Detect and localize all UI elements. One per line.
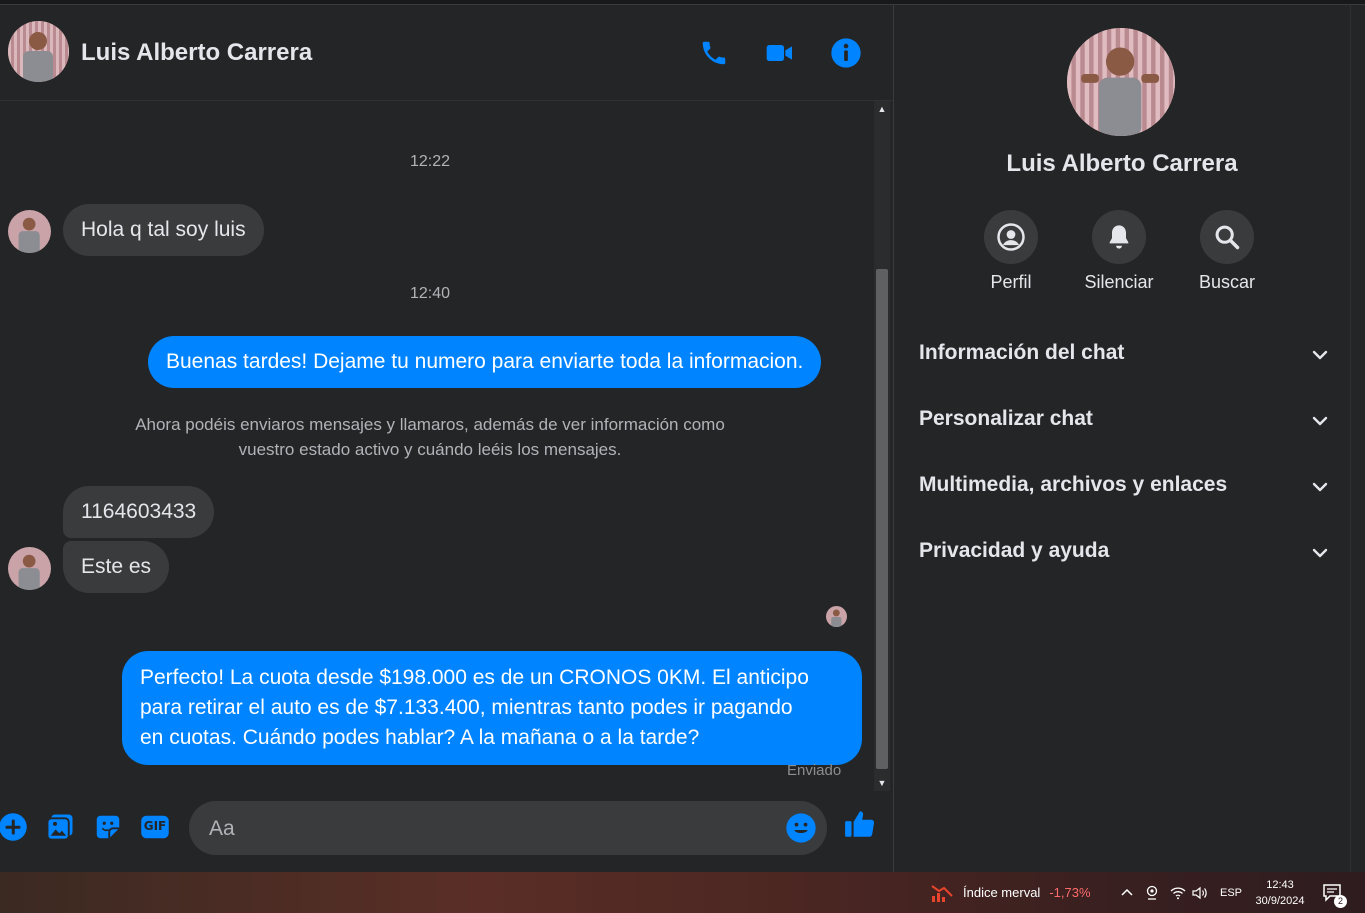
volume-button[interactable]	[1192, 872, 1208, 913]
outgoing-message[interactable]: Perfecto! La cuota desde $198.000 es de …	[122, 651, 862, 765]
gif-label: GIF	[143, 819, 167, 833]
message-composer: GIF	[0, 793, 893, 872]
wifi-icon	[1170, 886, 1186, 899]
input-language-indicator[interactable]: ESP	[1220, 872, 1242, 913]
scroll-thumb[interactable]	[876, 269, 888, 769]
message-line: en cuotas. Cuándo podes hablar? A la mañ…	[140, 726, 700, 749]
show-hidden-icons-button[interactable]	[1120, 872, 1134, 913]
image-icon	[46, 814, 73, 841]
clock[interactable]: 12:43 30/9/2024	[1252, 872, 1308, 913]
search-action-circle[interactable]	[1200, 210, 1254, 264]
section-privacy-help[interactable]: Privacidad y ayuda	[907, 527, 1332, 579]
section-media-files-links[interactable]: Multimedia, archivos y enlaces	[907, 461, 1332, 513]
section-label: Multimedia, archivos y enlaces	[919, 473, 1228, 496]
incoming-message[interactable]: Este es	[63, 541, 170, 593]
section-label: Personalizar chat	[919, 407, 1093, 430]
message-input[interactable]	[207, 801, 771, 857]
call-button[interactable]	[696, 35, 732, 71]
profile-icon	[997, 223, 1025, 251]
conversation-details-panel: Luis Alberto Carrera Perfil Silenciar Bu…	[894, 5, 1350, 872]
search-icon	[1215, 225, 1240, 250]
notifications-button[interactable]: 2	[1322, 872, 1347, 913]
search-action-label: Buscar	[1198, 272, 1256, 292]
scroll-down-button[interactable]: ▼	[874, 775, 890, 791]
message-scrollbar[interactable]: ▲ ▼	[874, 101, 890, 791]
webcam-icon	[1146, 885, 1158, 900]
chat-pane: Luis Alberto Carrera 12:22 Hola q tal so…	[0, 5, 893, 872]
info-icon	[831, 38, 861, 68]
read-receipt-avatar	[826, 606, 847, 627]
emoji-button[interactable]	[785, 812, 817, 844]
contact-avatar[interactable]	[8, 21, 69, 82]
chevron-down-icon	[1312, 416, 1328, 426]
stock-chart-icon	[931, 884, 953, 902]
taskbar: Índice merval -1,73% ESP 12:43 30/9/2024…	[0, 872, 1365, 913]
message-list[interactable]: 12:22 Hola q tal soy luis 12:40 Buenas t…	[0, 101, 872, 791]
message-line: para retirar el auto es de $7.133.400, m…	[140, 696, 793, 719]
camera-tray-button[interactable]	[1145, 872, 1159, 913]
sender-avatar[interactable]	[8, 210, 51, 253]
profile-avatar[interactable]	[1067, 28, 1175, 136]
message-status: Enviado	[787, 762, 842, 779]
sticker-icon	[96, 815, 120, 839]
mute-action[interactable]: Silenciar	[1069, 210, 1169, 293]
like-button[interactable]	[843, 807, 877, 841]
system-notice: Ahora podéis enviaros mensajes y llamaro…	[100, 412, 760, 462]
profile-action-circle[interactable]	[984, 210, 1038, 264]
profile-name: Luis Alberto Carrera	[1006, 150, 1238, 177]
thumbs-up-icon	[845, 811, 875, 837]
clock-date: 30/9/2024	[1255, 894, 1305, 907]
scroll-up-button[interactable]: ▲	[874, 101, 890, 117]
plus-icon	[0, 813, 27, 841]
outgoing-message[interactable]: Buenas tardes! Dejame tu numero para env…	[148, 336, 822, 388]
phone-icon	[702, 41, 726, 65]
attach-image-button[interactable]	[43, 810, 77, 844]
message-line: Perfecto! La cuota desde $198.000 es de …	[140, 666, 809, 689]
emoji-icon	[786, 813, 816, 843]
clock-time: 12:43	[1266, 878, 1294, 891]
incoming-message[interactable]: Hola q tal soy luis	[63, 204, 264, 256]
stock-widget-label: Índice merval	[963, 885, 1041, 900]
message-timestamp: 12:40	[409, 285, 451, 302]
video-call-button[interactable]	[762, 35, 798, 71]
chevron-down-icon	[1312, 482, 1328, 492]
gif-button[interactable]: GIF	[138, 810, 172, 844]
stock-widget-value: -1,73%	[1049, 885, 1091, 900]
section-chat-info[interactable]: Información del chat	[907, 329, 1332, 381]
bell-icon	[1109, 225, 1129, 249]
stock-widget[interactable]: Índice merval -1,73%	[930, 872, 1091, 913]
message-input-container	[189, 801, 827, 857]
speaker-icon	[1192, 886, 1207, 899]
message-timestamp: 12:22	[409, 153, 451, 170]
notification-badge: 2	[1334, 895, 1347, 908]
section-label: Información del chat	[919, 341, 1125, 364]
contact-name[interactable]: Luis Alberto Carrera	[81, 39, 312, 67]
more-actions-button[interactable]	[0, 810, 30, 844]
section-label: Privacidad y ayuda	[919, 539, 1110, 562]
video-camera-icon	[766, 45, 792, 61]
chevron-down-icon	[1312, 548, 1328, 558]
network-button[interactable]	[1170, 872, 1186, 913]
system-notice-line: Ahora podéis enviaros mensajes y llamaro…	[135, 415, 725, 434]
profile-action-label: Perfil	[990, 272, 1032, 292]
search-action[interactable]: Buscar	[1177, 210, 1277, 293]
sticker-button[interactable]	[91, 810, 125, 844]
profile-action[interactable]: Perfil	[961, 210, 1061, 293]
system-notice-line: vuestro estado activo y cuándo leéis los…	[238, 440, 622, 459]
incoming-message[interactable]: 1164603433	[63, 486, 215, 538]
window-right-edge	[1350, 5, 1365, 872]
sender-avatar[interactable]	[8, 547, 51, 590]
mute-action-label: Silenciar	[1084, 272, 1154, 292]
chat-header: Luis Alberto Carrera	[0, 5, 893, 101]
conversation-info-button[interactable]	[828, 35, 864, 71]
chevron-up-icon	[1121, 888, 1133, 896]
section-customize-chat[interactable]: Personalizar chat	[907, 395, 1332, 447]
mute-action-circle[interactable]	[1092, 210, 1146, 264]
chevron-down-icon	[1312, 350, 1328, 360]
